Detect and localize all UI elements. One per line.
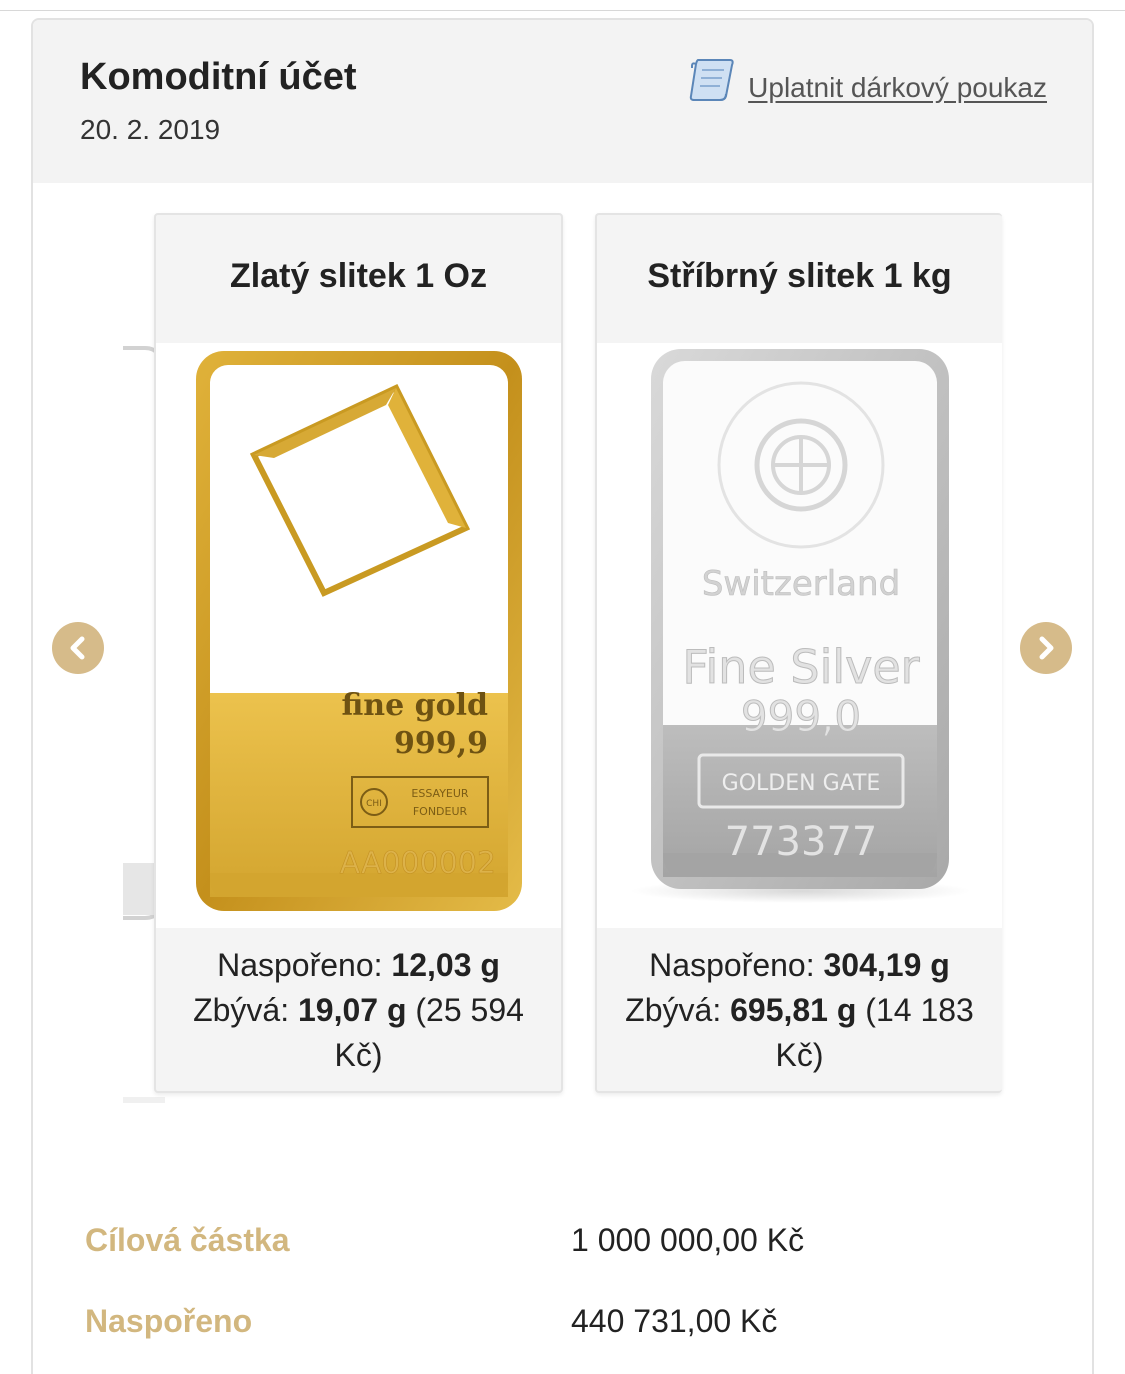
remaining-value: 19,07 g <box>297 992 407 1028</box>
remaining-value: 695,81 g <box>730 992 857 1028</box>
bar-text-country: Switzerland <box>702 564 900 604</box>
bar-text-fine-gold: fine gold <box>341 688 488 723</box>
gold-bar-image: fine gold 999,9 CHI ESSAYEUR FONDEUR AA0… <box>156 343 561 928</box>
bar-text-purity: 999,0 <box>741 692 861 741</box>
silver-bar-image: Switzerland Fine Silver 999,0 GOLDEN GAT… <box>597 343 1002 928</box>
bar-text-purity: 999,9 <box>394 726 488 761</box>
voucher-link-label: Uplatnit dárkový poukaz <box>748 71 1047 103</box>
voucher-scroll-icon <box>688 56 736 107</box>
summary-value: 440 731,00 Kč <box>571 1303 778 1339</box>
panel-header: Komoditní účet 20. 2. 2019 Uplatnit dárk… <box>33 20 1092 183</box>
card-title: Zlatý slitek 1 Oz <box>230 257 487 295</box>
bar-serial: AA000002 <box>340 846 496 881</box>
summary-label: Cílová částka <box>85 1222 290 1258</box>
bar-text-fine-silver: Fine Silver <box>682 640 919 694</box>
stamp-text-essayeur: ESSAYEUR <box>411 787 469 800</box>
account-date: 20. 2. 2019 <box>80 114 221 145</box>
bar-stamp-golden-gate: GOLDEN GATE <box>722 771 881 796</box>
summary-value: 1 000 000,00 Kč <box>571 1222 805 1258</box>
saved-value: 304,19 g <box>823 947 950 983</box>
remaining-label: Zbývá: <box>625 992 722 1028</box>
carousel-next-button[interactable] <box>1020 622 1072 674</box>
stamp-logo-text: CHI <box>366 799 382 809</box>
carousel-prev-button[interactable] <box>52 622 104 674</box>
saved-value: 12,03 g <box>391 947 500 983</box>
card-savings-info: Naspořeno: 304,19 g Zbývá: 695,81 g (14 … <box>597 943 1002 1078</box>
top-divider <box>0 10 1125 11</box>
redeem-voucher-link[interactable]: Uplatnit dárkový poukaz <box>688 56 1047 107</box>
remaining-label: Zbývá: <box>193 992 290 1028</box>
product-card-silver[interactable]: Stříbrný slitek 1 kg Switzerland Fine Si… <box>595 213 1002 1093</box>
summary-label: Naspořeno <box>85 1303 253 1339</box>
card-title: Stříbrný slitek 1 kg <box>647 257 952 295</box>
chevron-right-icon <box>1039 636 1054 660</box>
product-card-gold[interactable]: Zlatý slitek 1 Oz fine gold 999,9 CHI ES… <box>154 213 563 1093</box>
page-title: Komoditní účet <box>80 56 357 98</box>
bar-serial: 773377 <box>725 819 878 865</box>
chevron-left-icon <box>70 636 85 660</box>
card-savings-info: Naspořeno: 12,03 g Zbývá: 19,07 g (25 59… <box>156 943 561 1078</box>
stamp-text-fondeur: FONDEUR <box>413 805 468 818</box>
saved-label: Naspořeno: <box>217 947 383 983</box>
saved-label: Naspořeno: <box>649 947 815 983</box>
